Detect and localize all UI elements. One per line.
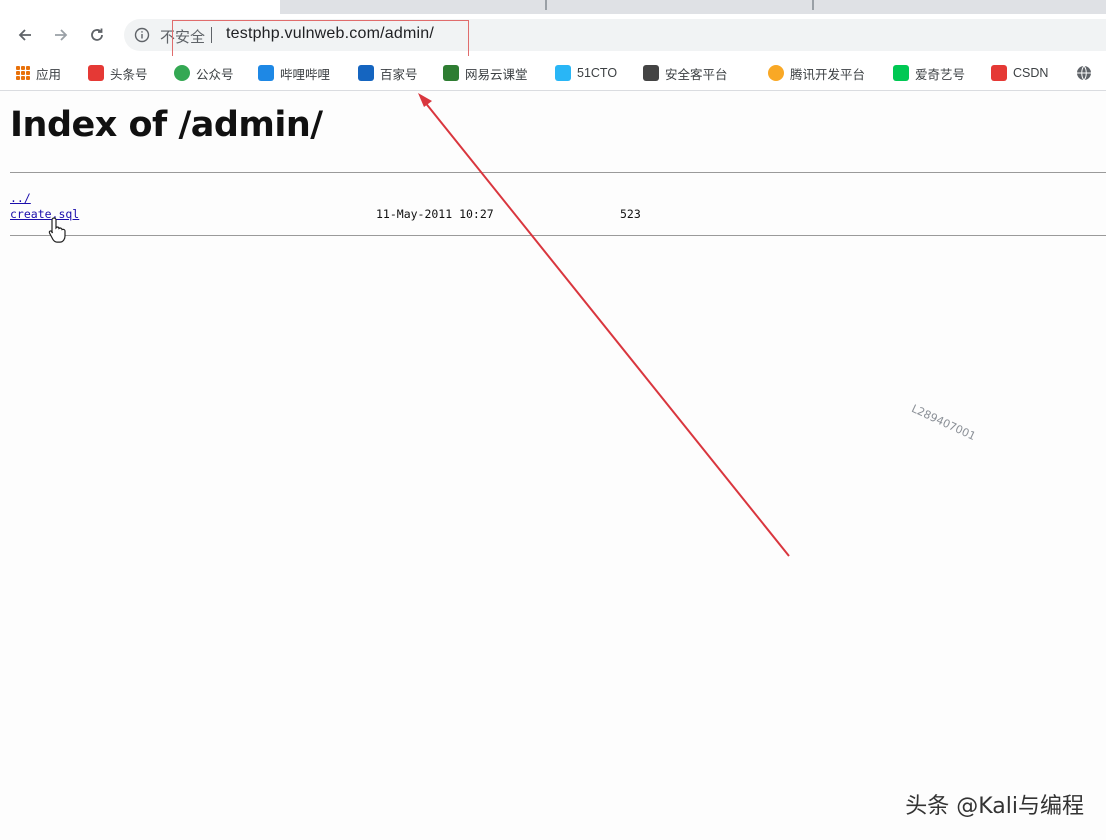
brand-watermark: 头条 @Kali与编程 bbox=[905, 794, 1084, 819]
